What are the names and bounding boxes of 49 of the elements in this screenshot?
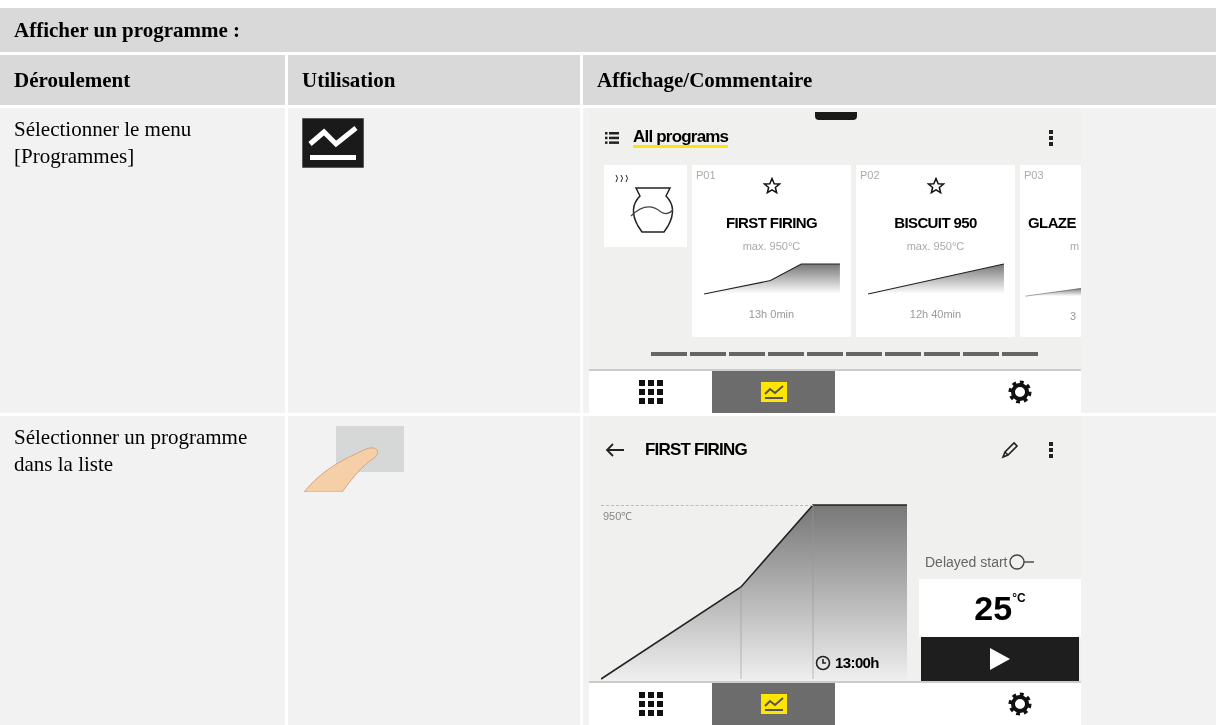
program-name: BISCUIT 950 [894,213,977,233]
screen-title: All programs [633,128,729,148]
column-header: Utilisation [288,55,580,105]
program-duration: 3 [1069,308,1077,324]
apps-grid-icon [638,692,663,716]
max-temperature: m [1069,238,1080,253]
program-code: P03 [1024,168,1044,183]
max-temperature: max. 950°C [906,238,965,253]
program-name: FIRST FIRING [725,213,818,233]
play-icon [990,648,1010,670]
chart-icon [302,118,364,168]
edit-pencil-icon[interactable] [1001,441,1019,459]
star-icon[interactable] [926,177,945,195]
kiln-vase-tile[interactable] [604,165,687,247]
delayed-start-toggle[interactable] [1009,553,1036,570]
chart-icon [760,382,787,402]
program-duration: 13h 0min [748,306,795,322]
start-button[interactable] [921,637,1079,681]
column-header: Déroulement [0,55,285,105]
step-text: Sélectionner le menu [Programmes] [14,117,192,169]
max-temperature: max. 950°C [742,238,801,253]
apps-grid-icon [638,380,663,404]
program-card[interactable]: P01 FIRST FIRING max. 950°C 13h 0min [692,165,851,337]
firing-profile-drawing [1024,286,1081,297]
step-text: Sélectionner un programme dans la liste [14,425,248,477]
peak-temperature-label: 950℃ [603,509,633,524]
column-header: Affichage/Commentaire [583,55,1216,105]
program-duration: 13:00h [835,653,879,673]
temperature-unit: °C [1012,591,1026,607]
program-name: GLAZE [1027,213,1076,233]
chart-icon [760,694,787,714]
more-options-icon[interactable] [1049,442,1053,458]
program-duration: 12h 40min [909,306,962,322]
list-icon [605,132,619,144]
settings-icon [1007,692,1032,716]
star-icon[interactable] [762,177,781,195]
program-code: P01 [696,168,716,183]
clock-icon [815,654,831,671]
screen-title: FIRST FIRING [645,438,747,461]
delayed-start-label: Delayed start [925,552,1008,571]
program-card[interactable]: P03 GLAZE m 3 [1020,165,1081,337]
settings-icon [1007,380,1032,404]
back-arrow-icon[interactable] [605,442,625,458]
program-code: P02 [860,168,880,183]
section-title: Afficher un programme : [0,8,1216,52]
current-temperature: 25 [974,587,1013,629]
program-card[interactable]: P02 BISCUIT 950 max. 950°C 12h 40min [856,165,1015,337]
pull-handle[interactable] [815,112,857,120]
more-options-icon[interactable] [1049,130,1053,146]
